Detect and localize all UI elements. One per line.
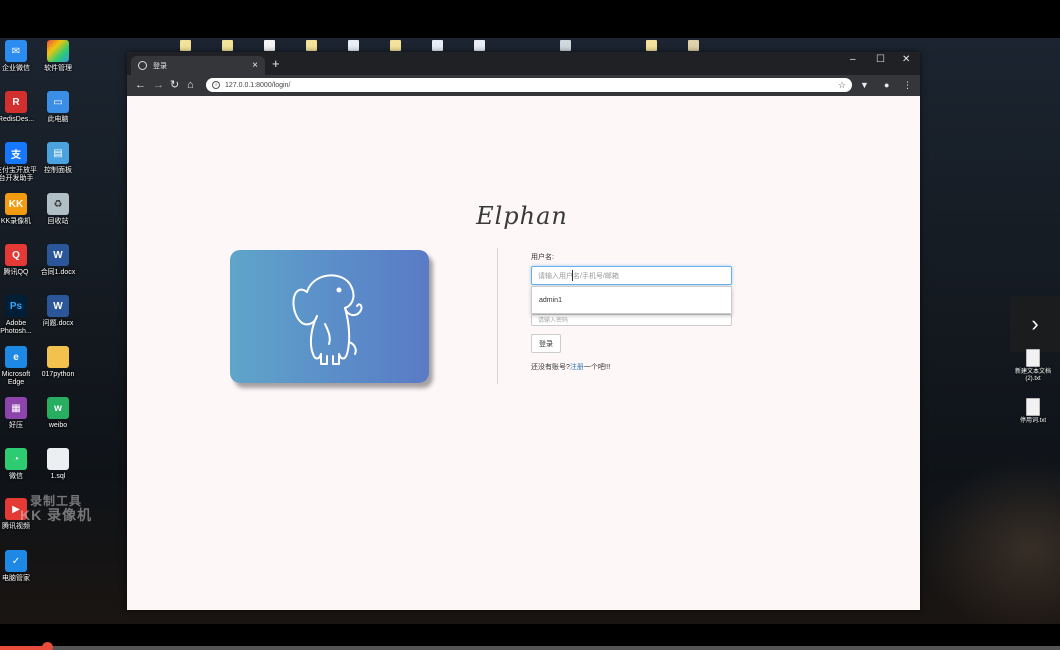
browser-window: 登录 × + – ☐ ✕ ← → ↻ ⌂ i 127.0.0.1:8000/lo… bbox=[127, 52, 920, 610]
password-placeholder: 请输入密码 bbox=[538, 318, 569, 324]
register-link[interactable]: 注册 bbox=[570, 364, 584, 371]
text-file-icon bbox=[1026, 349, 1040, 367]
file-icon[interactable] bbox=[432, 40, 443, 51]
weibo-icon: w bbox=[47, 397, 69, 419]
file-icon[interactable] bbox=[474, 40, 485, 51]
elephant-icon bbox=[291, 273, 362, 365]
desktop-icon-software-manager[interactable]: 软件管理 bbox=[33, 40, 83, 73]
file-icon[interactable] bbox=[560, 40, 571, 51]
reload-button[interactable]: ↻ bbox=[170, 78, 179, 92]
redis-icon: R bbox=[5, 91, 27, 113]
login-form: 用户名: 请输入用户名/手机号/邮箱 admin1 请输入密码 登录 还没有账号… bbox=[531, 252, 733, 371]
url-text[interactable]: 127.0.0.1:8000/login/ bbox=[225, 82, 838, 89]
elephant-illustration-card bbox=[230, 250, 429, 383]
wechat-icon: ◔ bbox=[5, 448, 27, 470]
profile-icon[interactable]: ● bbox=[884, 79, 889, 91]
archive-icon: ▦ bbox=[5, 397, 27, 419]
password-input[interactable]: 请输入密码 bbox=[531, 314, 732, 326]
folder-icon[interactable] bbox=[180, 40, 191, 51]
home-button[interactable]: ⌂ bbox=[187, 78, 194, 92]
text-cursor bbox=[572, 270, 573, 281]
close-tab-icon[interactable]: × bbox=[252, 60, 258, 71]
address-bar[interactable]: i 127.0.0.1:8000/login/ ☆ bbox=[206, 78, 852, 92]
word-doc-icon: W bbox=[47, 244, 69, 266]
desktop-icon-sql-file[interactable]: 1.sql bbox=[33, 448, 83, 481]
back-button[interactable]: ← bbox=[135, 78, 146, 92]
username-input[interactable]: 请输入用户名/手机号/邮箱 bbox=[531, 266, 732, 285]
desktop-icon-recycle-bin[interactable]: ♻ 回收站 bbox=[33, 193, 83, 226]
folder-icon[interactable] bbox=[306, 40, 317, 51]
folder-icon[interactable] bbox=[688, 40, 699, 51]
forward-button[interactable]: → bbox=[153, 78, 164, 92]
username-placeholder: 请输入用户名/手机号/邮箱 bbox=[538, 272, 619, 280]
desktop-icon-pc-manager[interactable]: ✓ 电脑管家 bbox=[0, 550, 41, 583]
folder-icon bbox=[47, 346, 69, 368]
browser-toolbar: ← → ↻ ⌂ i 127.0.0.1:8000/login/ ☆ ▼ ● ⋮ bbox=[127, 75, 920, 96]
vertical-divider bbox=[497, 248, 498, 384]
info-icon[interactable]: i bbox=[212, 81, 220, 89]
qq-icon: Q bbox=[5, 244, 27, 266]
bookmark-star-icon[interactable]: ☆ bbox=[838, 80, 846, 91]
file-icon[interactable] bbox=[264, 40, 275, 51]
login-button[interactable]: 登录 bbox=[531, 334, 561, 353]
brand-title: Elphan bbox=[476, 202, 568, 230]
text-file-icon bbox=[1026, 398, 1040, 416]
desktop-file-new-text[interactable]: 新建文本文档(2).txt bbox=[1009, 349, 1057, 383]
photoshop-icon: Ps bbox=[5, 295, 27, 317]
desktop-file-stopwords[interactable]: 停用词.txt bbox=[1009, 398, 1057, 425]
register-prompt: 还没有账号?注册一个吧!!! bbox=[531, 364, 611, 371]
maximize-button[interactable]: ☐ bbox=[876, 55, 885, 65]
new-tab-button[interactable]: + bbox=[272, 57, 280, 71]
edge-icon: e bbox=[5, 346, 27, 368]
globe-icon bbox=[138, 61, 147, 70]
desktop-icon-017python[interactable]: 017python bbox=[33, 346, 83, 379]
autocomplete-dropdown[interactable]: admin1 bbox=[531, 286, 732, 314]
next-arrow-button[interactable]: › bbox=[1010, 296, 1060, 352]
folder-icon[interactable] bbox=[390, 40, 401, 51]
kk-recorder-icon: KK bbox=[5, 193, 27, 215]
desktop-top-icons bbox=[170, 40, 710, 52]
seekbar-handle[interactable] bbox=[42, 642, 53, 650]
alipay-icon: 支 bbox=[5, 142, 27, 164]
desktop-icon-weibo[interactable]: w weibo bbox=[33, 397, 83, 430]
seekbar-progress bbox=[0, 646, 48, 650]
username-label: 用户名: bbox=[531, 254, 554, 261]
chevron-right-icon: › bbox=[1031, 311, 1039, 336]
recycle-bin-icon: ♻ bbox=[47, 193, 69, 215]
video-seekbar[interactable] bbox=[0, 642, 1060, 650]
desktop-icon-contract-docx[interactable]: W 合同1.docx bbox=[33, 244, 83, 277]
computer-icon: ▭ bbox=[47, 91, 69, 113]
file-icon[interactable] bbox=[348, 40, 359, 51]
tab-login[interactable]: 登录 × bbox=[131, 56, 265, 75]
recorder-watermark: 录制工具 KK 录像机 bbox=[20, 494, 93, 523]
login-page: Elphan 用户名: 请输入用户名/手机号/邮箱 admin1 请输入密码 登… bbox=[127, 96, 920, 610]
software-manager-icon bbox=[47, 40, 69, 62]
window-close-button[interactable]: ✕ bbox=[902, 55, 910, 65]
password-field-wrap: 请输入密码 bbox=[531, 314, 732, 326]
folder-icon[interactable] bbox=[222, 40, 233, 51]
tab-title: 登录 bbox=[153, 62, 167, 70]
autocomplete-option[interactable]: admin1 bbox=[539, 297, 562, 304]
extension-icon[interactable]: ▼ bbox=[860, 79, 869, 91]
desktop-glow bbox=[920, 458, 1060, 624]
shield-icon: ✓ bbox=[5, 550, 27, 572]
tab-bar: 登录 × + – ☐ ✕ bbox=[127, 52, 920, 75]
menu-icon[interactable]: ⋮ bbox=[903, 79, 912, 91]
minimize-button[interactable]: – bbox=[850, 55, 856, 65]
file-icon bbox=[47, 448, 69, 470]
desktop-icon-control-panel[interactable]: ▤ 控制面板 bbox=[33, 142, 83, 175]
word-doc-icon: W bbox=[47, 295, 69, 317]
folder-icon[interactable] bbox=[646, 40, 657, 51]
wecom-icon: ✉ bbox=[5, 40, 27, 62]
desktop-icon-question-docx[interactable]: W 问题.docx bbox=[33, 295, 83, 328]
control-panel-icon: ▤ bbox=[47, 142, 69, 164]
desktop-icon-this-pc[interactable]: ▭ 此电脑 bbox=[33, 91, 83, 124]
